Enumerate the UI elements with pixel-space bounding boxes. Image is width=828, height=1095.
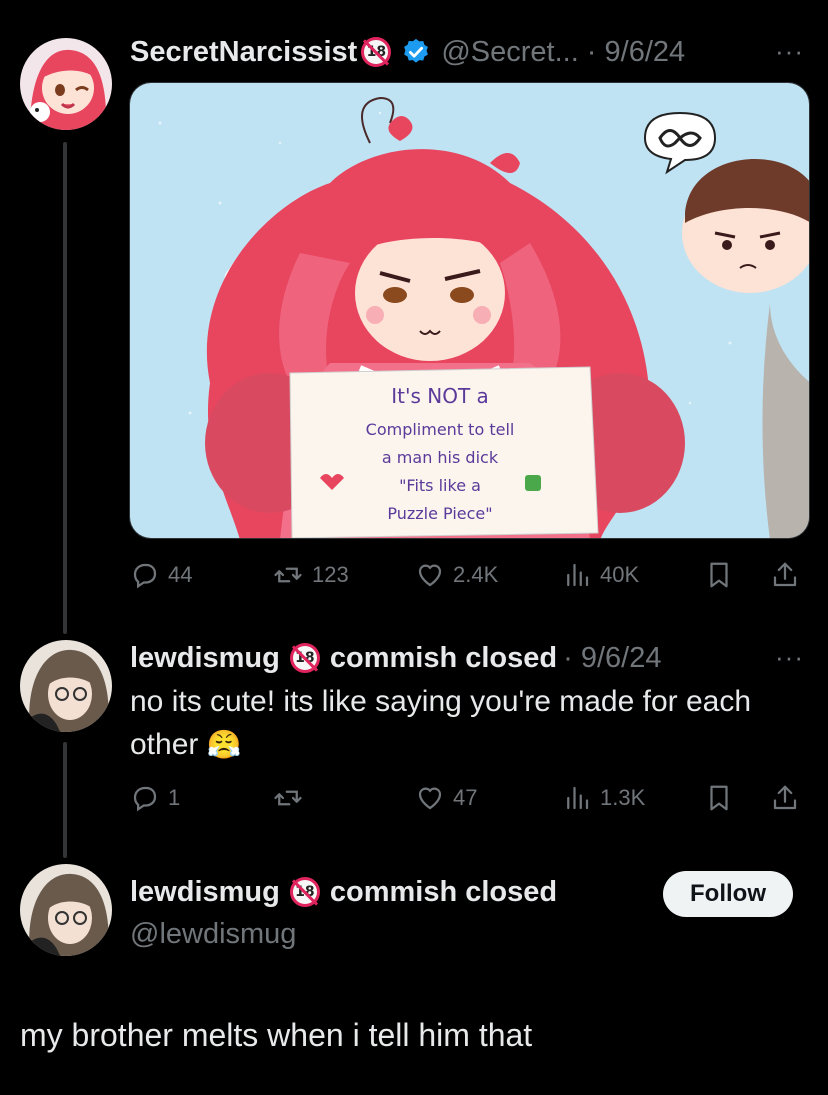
reply-icon: [133, 563, 157, 589]
avatar-secretnarcissist[interactable]: [20, 38, 112, 130]
thread-connector: [63, 742, 67, 858]
reply-count: 44: [168, 562, 193, 587]
share-icon: [773, 562, 797, 587]
avatar-lewdismug[interactable]: [20, 864, 112, 956]
thread-connector: [63, 142, 67, 634]
like-button[interactable]: 2.4K: [415, 560, 498, 590]
views-count: 1.3K: [600, 785, 646, 810]
views-icon: [567, 786, 589, 810]
reply-button[interactable]: 44: [130, 560, 192, 590]
more-options-icon[interactable]: ···: [775, 642, 804, 673]
share-button[interactable]: [770, 559, 800, 591]
reply-actions: 1 47 1.3K: [130, 778, 810, 818]
huffing-emoji: 😤: [206, 728, 242, 761]
reply-count: 1: [168, 785, 181, 810]
like-button[interactable]: 47: [415, 783, 477, 813]
bookmark-icon: [710, 785, 728, 811]
follow-button[interactable]: Follow: [663, 871, 793, 917]
nsfw-badge-icon: 18: [289, 877, 320, 907]
views-button[interactable]: 1.3K: [562, 783, 645, 813]
main-header: lewdismug 18 commish closed: [130, 872, 557, 912]
more-options-icon[interactable]: ···: [775, 36, 804, 67]
verified-icon: [404, 38, 429, 63]
bio-tag: commish closed: [329, 641, 558, 674]
like-icon: [418, 787, 442, 810]
reply-text-line: no its cute! its like saying you're made…: [130, 685, 752, 718]
views-count: 40K: [600, 562, 640, 587]
display-name[interactable]: lewdismug: [130, 642, 280, 675]
main-handle[interactable]: @lewdismug: [130, 914, 296, 954]
bookmark-icon: [710, 562, 728, 588]
repost-button[interactable]: [272, 783, 312, 813]
bookmark-button[interactable]: [704, 559, 734, 591]
reply-text-line: other 😤: [130, 723, 751, 766]
sign-line-4: "Fits like a: [399, 476, 481, 495]
sign-line-1: It's NOT a: [391, 384, 489, 408]
reply-text-word: other: [130, 728, 199, 761]
share-button[interactable]: [770, 782, 800, 814]
nsfw-badge-icon: 18: [361, 37, 392, 67]
reply-header: lewdismug 18 commish closed · 9/6/24: [130, 638, 661, 678]
like-count: 2.4K: [453, 562, 499, 587]
sign-line-3: a man his dick: [382, 448, 499, 467]
bookmark-button[interactable]: [704, 782, 734, 814]
like-icon: [418, 564, 442, 587]
reply-text: no its cute! its like saying you're made…: [130, 680, 751, 766]
sign-line-2: Compliment to tell: [366, 420, 515, 439]
tweet-date[interactable]: · 9/6/24: [563, 642, 661, 675]
reply-icon: [133, 786, 157, 812]
tweet-image[interactable]: It's NOT a Compliment to tell a man his …: [129, 82, 810, 539]
views-icon: [567, 563, 589, 587]
main-tweet-text: my brother melts when i tell him that: [20, 1017, 533, 1053]
reply-button[interactable]: 1: [130, 783, 180, 813]
nsfw-badge-icon: 18: [289, 643, 320, 673]
tweet1-header: SecretNarcissist 18 @Secret... · 9/6/24: [130, 32, 685, 72]
tweet1-actions: 44 123 2.4K 40K: [130, 555, 810, 595]
handle-date[interactable]: @Secret... · 9/6/24: [441, 36, 685, 69]
avatar-lewdismug[interactable]: [20, 640, 112, 732]
sign-line-5: Puzzle Piece": [387, 504, 492, 523]
bio-tag: commish closed: [329, 875, 558, 908]
repost-button[interactable]: 123: [272, 560, 349, 590]
repost-count: 123: [312, 562, 349, 587]
repost-icon: [274, 567, 302, 583]
display-name[interactable]: lewdismug: [130, 876, 280, 909]
repost-icon: [274, 790, 302, 806]
views-button[interactable]: 40K: [562, 560, 639, 590]
share-icon: [773, 785, 797, 810]
display-name[interactable]: SecretNarcissist: [130, 36, 357, 69]
like-count: 47: [453, 785, 478, 810]
